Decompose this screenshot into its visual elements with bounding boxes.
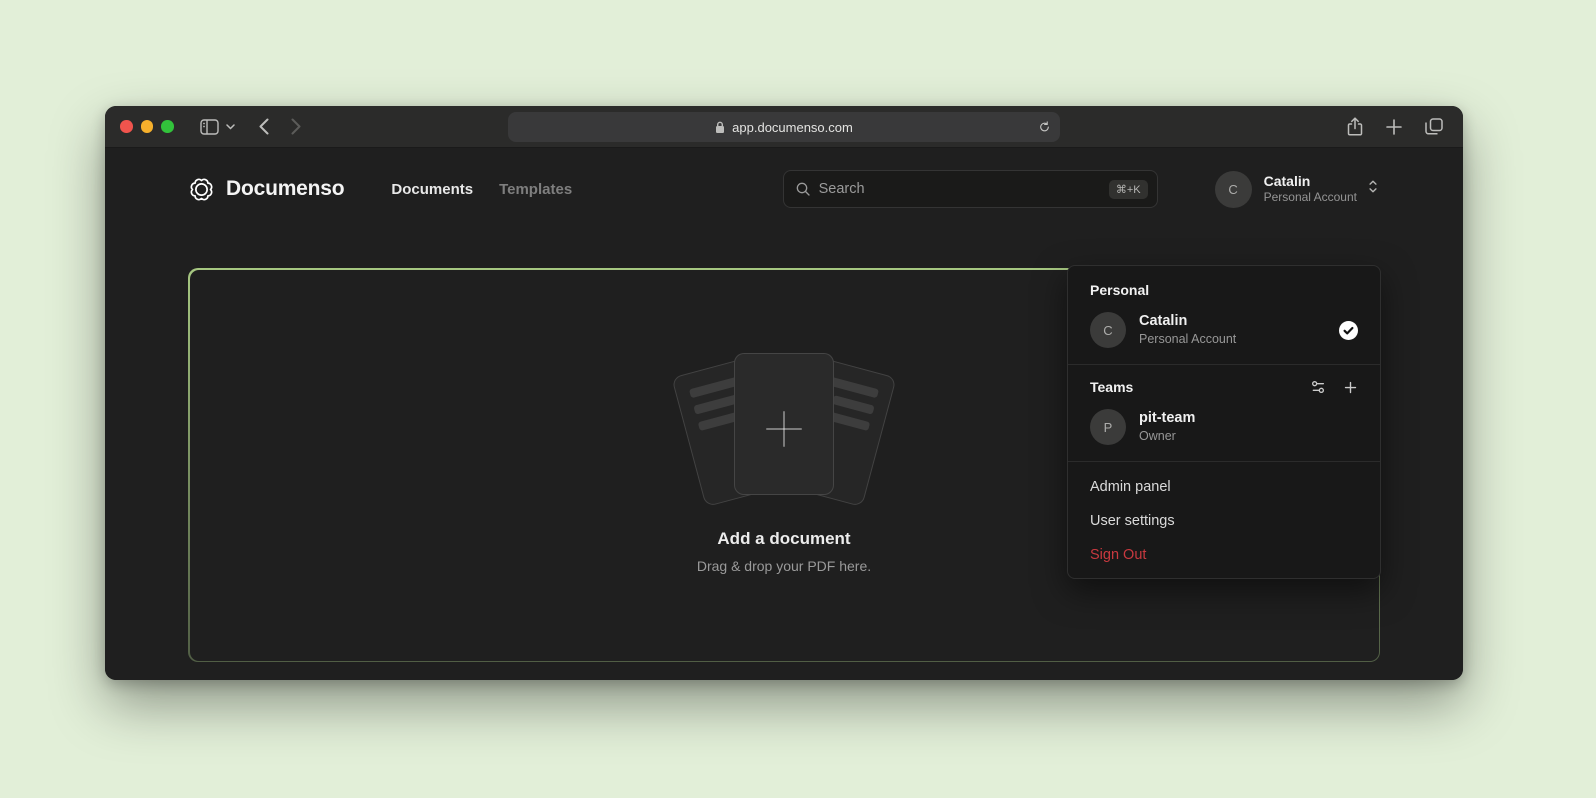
- main-nav: Documents Templates: [391, 181, 572, 198]
- account-avatar: C: [1215, 171, 1252, 208]
- new-tab-icon[interactable]: [1386, 119, 1402, 135]
- search-box[interactable]: ⌘+K: [783, 170, 1158, 208]
- menu-item-user-settings[interactable]: User settings: [1068, 504, 1380, 538]
- tab-overview-icon[interactable]: [1425, 118, 1443, 135]
- menu-divider: [1068, 364, 1380, 365]
- document-card-center: [734, 353, 834, 495]
- browser-toolbar: app.documenso.com: [105, 106, 1463, 148]
- app-header: Documenso Documents Templates ⌘+K C Cata…: [105, 154, 1463, 224]
- personal-section-label: Personal: [1090, 282, 1149, 298]
- zoom-window-button[interactable]: [161, 120, 174, 133]
- back-button-icon[interactable]: [259, 118, 269, 135]
- plus-icon: [763, 408, 805, 455]
- search-shortcut-badge: ⌘+K: [1109, 180, 1148, 199]
- chevrons-up-down-icon: [1366, 178, 1380, 200]
- search-input[interactable]: [819, 181, 1101, 197]
- share-icon[interactable]: [1347, 117, 1363, 136]
- url-text[interactable]: app.documenso.com: [732, 120, 853, 135]
- manage-teams-icon[interactable]: [1310, 379, 1326, 395]
- add-team-icon[interactable]: [1343, 380, 1358, 395]
- sidebar-toggle-icon[interactable]: [200, 119, 219, 135]
- traffic-lights: [120, 120, 174, 133]
- teams-section-label: Teams: [1090, 379, 1133, 395]
- reload-icon[interactable]: [1038, 120, 1051, 134]
- menu-item-admin-panel[interactable]: Admin panel: [1068, 470, 1380, 504]
- account-menu-button[interactable]: C Catalin Personal Account: [1215, 171, 1380, 208]
- selected-check-icon: [1339, 321, 1358, 340]
- team-name: pit-team: [1139, 409, 1195, 428]
- browser-window: app.documenso.com: [105, 106, 1463, 680]
- account-type: Personal Account: [1264, 190, 1357, 205]
- nav-documents[interactable]: Documents: [391, 181, 473, 198]
- personal-sub: Personal Account: [1139, 331, 1236, 347]
- dropzone-subtitle: Drag & drop your PDF here.: [697, 558, 871, 574]
- address-bar[interactable]: app.documenso.com: [508, 112, 1060, 142]
- close-window-button[interactable]: [120, 120, 133, 133]
- personal-name: Catalin: [1139, 312, 1236, 331]
- app-content: Documenso Documents Templates ⌘+K C Cata…: [105, 148, 1463, 680]
- documenso-logo-icon: [188, 176, 215, 203]
- search-icon: [795, 181, 811, 197]
- nav-templates[interactable]: Templates: [499, 181, 572, 198]
- brand[interactable]: Documenso: [188, 176, 344, 203]
- menu-divider: [1068, 461, 1380, 462]
- forward-button-icon: [291, 118, 301, 135]
- minimize-window-button[interactable]: [141, 120, 154, 133]
- account-dropdown-menu: Personal C Catalin Personal Account: [1067, 265, 1381, 579]
- personal-avatar: C: [1090, 312, 1126, 348]
- team-item[interactable]: P pit-team Owner: [1080, 403, 1368, 447]
- padlock-icon: [715, 121, 725, 134]
- stacked-documents-illustration: [679, 353, 889, 505]
- team-avatar: P: [1090, 409, 1126, 445]
- personal-account-item[interactable]: C Catalin Personal Account: [1080, 306, 1368, 350]
- account-name: Catalin: [1264, 173, 1357, 191]
- team-role: Owner: [1139, 428, 1195, 444]
- sidebar-dropdown-chevron-icon[interactable]: [226, 124, 235, 130]
- menu-item-sign-out[interactable]: Sign Out: [1068, 538, 1380, 572]
- brand-name: Documenso: [226, 177, 344, 201]
- dropzone-title: Add a document: [717, 529, 850, 549]
